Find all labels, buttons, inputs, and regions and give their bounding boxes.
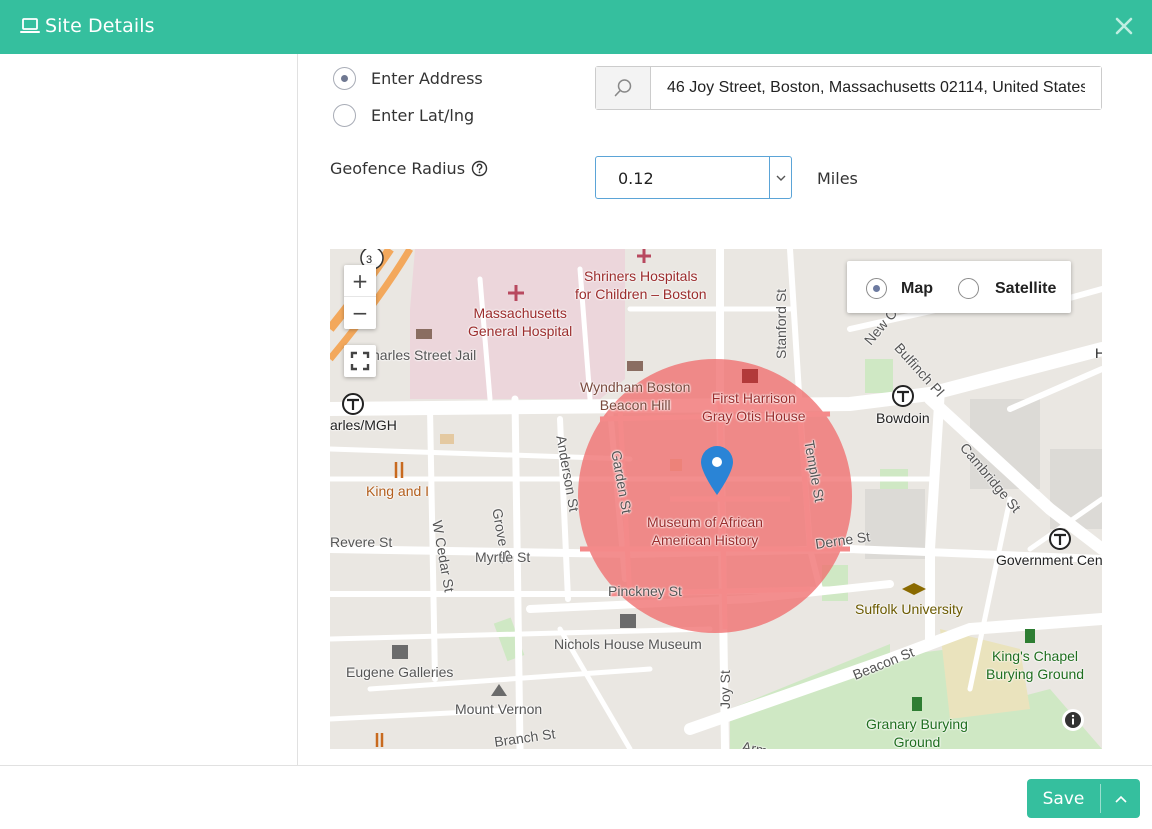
- geofence-radius-label: Geofence Radius: [330, 159, 466, 178]
- laptop-icon: [20, 18, 40, 33]
- fullscreen-icon: [350, 351, 370, 371]
- dialog-footer: [0, 765, 1152, 829]
- map-label-nichols: Nichols House Museum: [554, 636, 702, 652]
- dialog-title: Site Details: [45, 15, 155, 37]
- chevron-up-icon[interactable]: [1101, 795, 1140, 803]
- map-view[interactable]: 3 Shriners Hospitals for Children – Bost…: [330, 249, 1102, 749]
- enter-address-radio[interactable]: [333, 67, 356, 90]
- map-label-myrtle-st: Myrtle St: [475, 549, 531, 565]
- save-button-label[interactable]: Save: [1027, 789, 1100, 809]
- map-type-map-radio[interactable]: [866, 278, 887, 299]
- map-label-pinckney-st: Pinckney St: [608, 583, 682, 599]
- map-label-stanford-st: Stanford St: [773, 288, 789, 359]
- chevron-down-icon[interactable]: [769, 157, 791, 198]
- geofence-radius-value: 0.12: [618, 169, 654, 188]
- sidebar-panel: [0, 54, 298, 765]
- enter-latlng-radio[interactable]: [333, 104, 356, 127]
- map-label-bowdoin: Bowdoin: [876, 410, 930, 426]
- address-input[interactable]: [651, 67, 1101, 109]
- map-label-charles-mgh: arles/MGH: [330, 417, 397, 433]
- map-label-government-center: Government Cen: [996, 552, 1102, 568]
- geofence-unit-label: Miles: [817, 169, 858, 188]
- geofence-radius-select[interactable]: 0.12: [595, 156, 792, 199]
- zoom-out-button[interactable]: −: [344, 297, 376, 329]
- map-label-granary: Granary Burying Ground: [866, 716, 968, 749]
- map-label-mount-vernon: Mount Vernon: [455, 701, 543, 717]
- zoom-in-button[interactable]: +: [344, 265, 376, 297]
- map-label-revere-st: Revere St: [330, 534, 393, 550]
- map-label-eugene: Eugene Galleries: [346, 664, 454, 680]
- map-label-king-and-i: King and I: [366, 483, 430, 499]
- map-label-joy-st: Joy St: [717, 670, 733, 709]
- map-label-museum: Museum of African American History: [647, 514, 763, 548]
- enter-address-label[interactable]: Enter Address: [371, 69, 483, 88]
- enter-latlng-label[interactable]: Enter Lat/lng: [371, 106, 474, 125]
- question-circle-icon[interactable]: [471, 160, 488, 177]
- info-icon[interactable]: [1062, 709, 1084, 731]
- map-label-shriners: Shriners Hospitals for Children – Boston: [575, 268, 707, 302]
- map-label-suffolk: Suffolk University: [855, 601, 963, 617]
- map-label-charles-street-jail: harles Street Jail: [372, 347, 477, 363]
- search-icon[interactable]: [596, 67, 651, 109]
- map-label-first-harrison: First Harrison Gray Otis House: [702, 390, 806, 424]
- map-label-kings-chapel: King's Chapel Burying Ground: [986, 648, 1085, 682]
- save-button[interactable]: Save: [1027, 779, 1140, 818]
- map-label-h: H: [1095, 345, 1102, 361]
- map-type-satellite-radio[interactable]: [958, 278, 979, 299]
- map-type-map-label[interactable]: Map: [901, 280, 933, 298]
- map-type-satellite-label[interactable]: Satellite: [995, 280, 1056, 298]
- zoom-controls: + −: [344, 265, 376, 329]
- map-type-control: Map Satellite: [847, 261, 1071, 313]
- dialog-header: Site Details: [0, 0, 1152, 54]
- map-label-mgh: Massachusetts General Hospital: [468, 305, 573, 339]
- address-search-group: [595, 66, 1102, 110]
- close-icon[interactable]: [1114, 16, 1134, 36]
- map-label-wyndham: Wyndham Boston Beacon Hill: [580, 379, 691, 413]
- fullscreen-button[interactable]: [344, 345, 376, 377]
